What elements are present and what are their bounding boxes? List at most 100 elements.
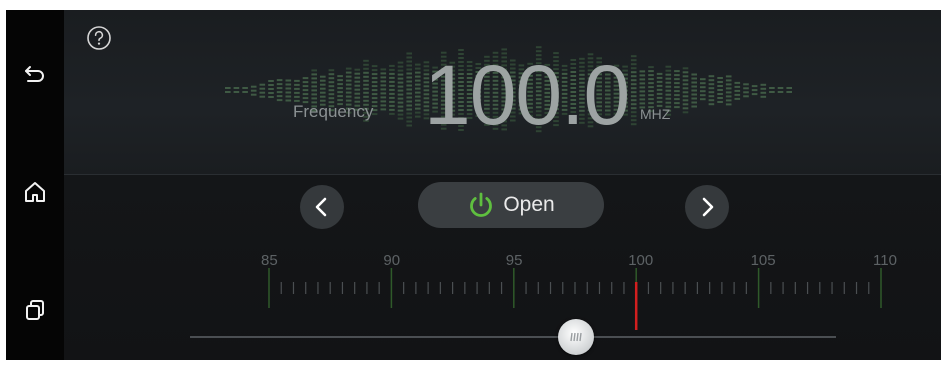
spectrum-segment (328, 81, 335, 84)
spectrum-segment (345, 67, 352, 70)
spectrum-segment (311, 73, 317, 76)
spectrum-segment (380, 72, 387, 75)
spectrum-segment (674, 74, 680, 77)
spectrum-segment (294, 83, 300, 86)
spectrum-segment (691, 93, 697, 96)
spectrum-segment (345, 75, 352, 78)
spectrum-segment (406, 124, 412, 127)
spectrum-segment (363, 95, 369, 98)
spectrum-segment (743, 91, 749, 94)
spectrum-segment (268, 92, 274, 94)
spectrum-segment (380, 68, 387, 71)
spectrum-segment (786, 87, 792, 89)
spectrum-segment (294, 91, 300, 94)
spectrum-segment (363, 79, 369, 82)
spectrum-segment (225, 91, 231, 93)
spectrum-segment (777, 87, 784, 89)
spectrum-segment (674, 98, 680, 101)
spectrum-segment (725, 83, 732, 86)
spectrum-segment (337, 79, 343, 82)
spectrum-segment (691, 105, 697, 108)
grip-icon (570, 332, 582, 342)
spectrum-segment (285, 83, 292, 86)
spectrum-segment (311, 85, 317, 88)
spectrum-segment (406, 112, 412, 115)
spectrum-segment (734, 89, 741, 92)
spectrum-segment (415, 107, 421, 110)
spectrum-segment (397, 77, 404, 80)
spectrum-segment (725, 79, 732, 82)
spectrum-segment (725, 99, 732, 102)
spectrum-segment (700, 78, 706, 81)
spectrum-segment (406, 56, 412, 59)
spectrum-segment (285, 99, 292, 102)
spectrum-segment (406, 108, 412, 111)
spectrum-segment (337, 95, 343, 98)
back-button[interactable] (15, 53, 55, 93)
spectrum-segment (700, 82, 706, 85)
spectrum-segment (268, 88, 274, 90)
scale-label: 95 (506, 252, 523, 269)
help-button[interactable] (86, 25, 112, 51)
spectrum-segment (242, 87, 248, 89)
spectrum-segment (708, 91, 715, 94)
spectrum-segment (371, 65, 378, 68)
spectrum-segment (415, 103, 421, 106)
spectrum-segment (268, 96, 274, 98)
spectrum-segment (371, 89, 378, 92)
frequency-label: Frequency (293, 102, 374, 121)
prev-station-button[interactable] (300, 185, 344, 229)
power-open-button[interactable]: Open (418, 182, 604, 228)
spectrum-segment (259, 83, 266, 86)
spectrum-segment (320, 79, 326, 82)
spectrum-segment (345, 71, 352, 74)
spectrum-segment (406, 84, 412, 87)
spectrum-segment (354, 88, 361, 91)
spectrum-segment (415, 71, 421, 74)
spectrum-segment (354, 68, 361, 71)
spectrum-segment (328, 77, 335, 80)
spectrum-segment (415, 95, 421, 98)
tuning-slider-knob[interactable] (558, 319, 594, 355)
spectrum-segment (674, 70, 680, 73)
spectrum-segment (389, 84, 395, 87)
spectrum-segment (345, 91, 352, 94)
spectrum-segment (682, 99, 689, 102)
next-station-button[interactable] (685, 185, 729, 229)
home-button[interactable] (15, 172, 55, 212)
spectrum-segment (276, 95, 283, 98)
spectrum-segment (285, 95, 292, 98)
tuning-slider-track[interactable] (190, 336, 836, 338)
spectrum-segment (233, 91, 240, 93)
recent-apps-button[interactable] (15, 290, 55, 330)
spectrum-segment (406, 100, 412, 103)
spectrum-segment (717, 93, 723, 95)
spectrum-segment (682, 83, 689, 86)
spectrum-segment (294, 95, 300, 98)
spectrum-segment (415, 91, 421, 94)
spectrum-segment (406, 64, 412, 67)
scale-label: 85 (261, 252, 278, 269)
spectrum-segment (268, 84, 274, 86)
spectrum-segment (708, 87, 715, 90)
spectrum-segment (700, 86, 706, 89)
spectrum-segment (769, 91, 775, 93)
spectrum-segment (397, 113, 404, 116)
system-nav-bar (6, 10, 64, 360)
spectrum-segment (682, 111, 689, 114)
spectrum-segment (725, 95, 732, 98)
spectrum-segment (397, 61, 404, 64)
spectrum-segment (320, 87, 326, 90)
spectrum-segment (406, 96, 412, 99)
spectrum-segment (751, 85, 758, 88)
spectrum-segment (302, 77, 309, 80)
spectrum-segment (328, 69, 335, 72)
spectrum-segment (302, 89, 309, 92)
spectrum-segment (345, 95, 352, 98)
spectrum-segment (354, 84, 361, 87)
spectrum-segment (380, 88, 387, 91)
spectrum-segment (389, 72, 395, 75)
spectrum-segment (276, 87, 283, 90)
spectrum-segment (285, 91, 292, 94)
spectrum-segment (242, 91, 248, 93)
